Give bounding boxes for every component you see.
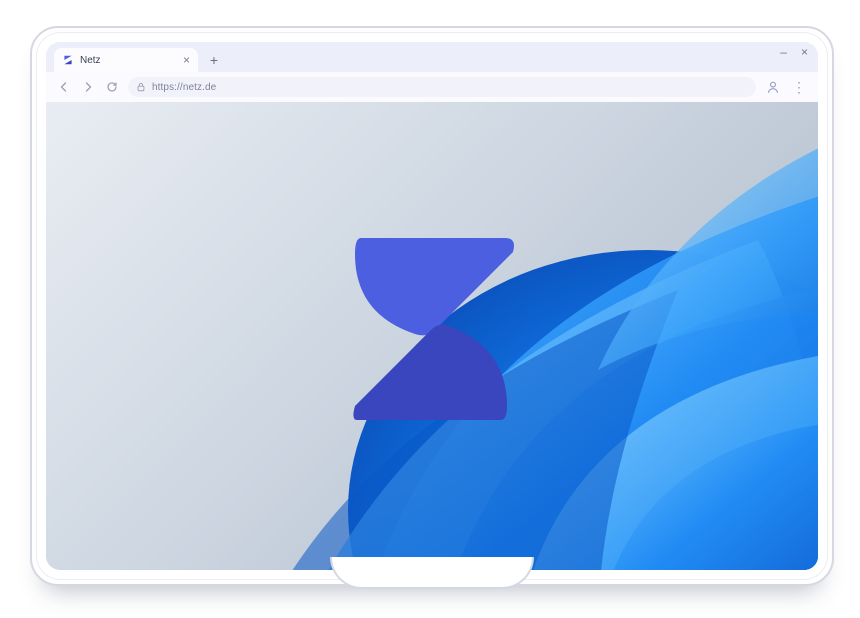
device-frame: Netz × + – × (30, 26, 834, 586)
netz-logo-icon (62, 54, 74, 66)
url-text: https://netz.de (152, 82, 216, 93)
browser-window: Netz × + – × (46, 42, 818, 570)
forward-button[interactable] (80, 79, 96, 95)
page-viewport (46, 102, 818, 570)
reload-button[interactable] (104, 79, 120, 95)
window-controls: – × (780, 46, 808, 58)
new-tab-button[interactable]: + (204, 50, 224, 70)
back-button[interactable] (56, 79, 72, 95)
netz-logo (337, 222, 527, 432)
window-minimize-button[interactable]: – (780, 46, 787, 58)
address-bar[interactable]: https://netz.de (128, 77, 756, 97)
browser-tab[interactable]: Netz × (54, 48, 198, 72)
toolbar: https://netz.de ⋮ (46, 72, 818, 102)
tab-strip: Netz × + – × (46, 42, 818, 72)
profile-button[interactable] (764, 78, 782, 96)
device-notch (330, 557, 534, 589)
kebab-menu-icon[interactable]: ⋮ (790, 78, 808, 96)
window-close-button[interactable]: × (801, 46, 808, 58)
tab-title: Netz (80, 55, 175, 66)
tab-close-icon[interactable]: × (181, 54, 192, 66)
lock-icon (136, 82, 146, 92)
